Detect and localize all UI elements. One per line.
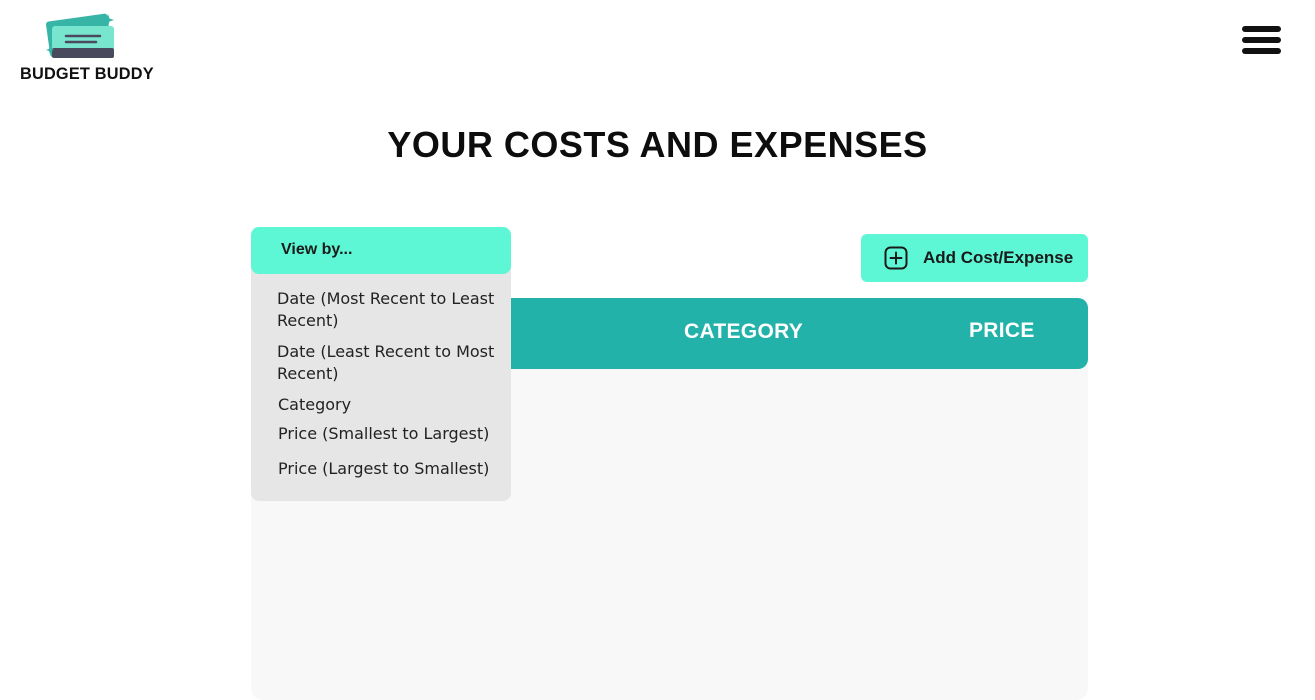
sort-option-category[interactable]: Category (278, 394, 498, 416)
stacked-cards-logo-icon (46, 13, 114, 58)
add-cost-expense-button[interactable]: Add Cost/Expense (861, 234, 1088, 282)
page-title: YOUR COSTS AND EXPENSES (387, 124, 928, 165)
column-header-price: PRICE (969, 319, 1035, 342)
logo-text: BUDGET BUDDY (20, 64, 154, 83)
plus-square-icon (884, 246, 908, 270)
sort-option-date-recent-first[interactable]: Date (Most Recent to Least Recent) (277, 288, 497, 332)
view-by-label: View by... (281, 241, 353, 258)
hamburger-line (1242, 26, 1281, 32)
budget-buddy-logo[interactable]: BUDGET BUDDY (20, 12, 154, 84)
sort-option-price-descending[interactable]: Price (Largest to Smallest) (278, 458, 498, 480)
hamburger-line (1242, 48, 1281, 54)
sort-dropdown: View by... Date (Most Recent to Least Re… (251, 227, 511, 501)
add-cost-expense-label: Add Cost/Expense (923, 248, 1074, 267)
column-header-category: CATEGORY (684, 320, 804, 343)
page: BUDGET BUDDY YOUR COSTS AND EXPENSES PE … (0, 0, 1315, 700)
view-by-toggle[interactable]: View by... (251, 227, 511, 274)
hamburger-icon[interactable] (1242, 26, 1282, 54)
sort-option-date-oldest-first[interactable]: Date (Least Recent to Most Recent) (277, 341, 497, 385)
hamburger-line (1242, 37, 1281, 43)
sort-option-price-ascending[interactable]: Price (Smallest to Largest) (278, 423, 498, 445)
